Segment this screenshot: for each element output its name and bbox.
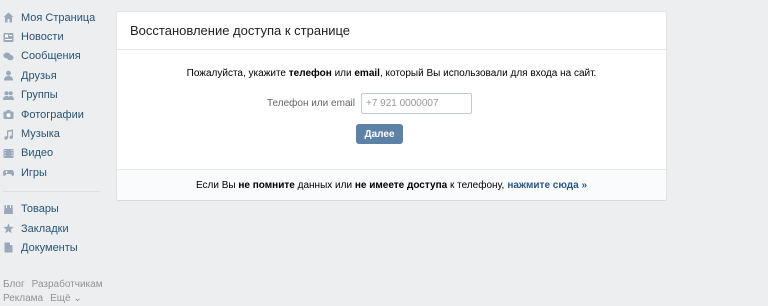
groups-icon: [3, 90, 14, 101]
prompt-pre: Пожалуйста, укажите: [186, 68, 289, 79]
home-icon: [3, 12, 14, 23]
sidebar-item-my-page[interactable]: Моя Страница: [0, 8, 104, 27]
goods-icon: [3, 204, 14, 215]
prompt-or: или: [331, 68, 355, 79]
sidebar-item-goods[interactable]: Товары: [0, 200, 104, 219]
sidebar-item-friends[interactable]: Друзья: [0, 66, 104, 85]
sidebar-item-messages[interactable]: Сообщения: [0, 47, 104, 66]
card-footer: Если Вы не помните данных или не имеете …: [117, 169, 666, 200]
footer-pre: Если Вы: [195, 179, 236, 191]
sidebar-item-label: Закладки: [21, 222, 69, 235]
click-here-link[interactable]: нажмите сюда »: [507, 180, 587, 191]
sidebar-item-label: Моя Страница: [21, 11, 96, 24]
sidebar-item-label: Сообщения: [21, 50, 81, 63]
footer-bold-1: не помните: [238, 179, 295, 191]
document-icon: [3, 242, 14, 253]
sidebar-item-label: Игры: [21, 166, 47, 179]
card-body: Пожалуйста, укажите телефон или email, к…: [117, 50, 666, 170]
sidebar-item-label: Фотографии: [21, 108, 84, 121]
instruction-text: Пожалуйста, укажите телефон или email, к…: [117, 68, 666, 79]
page-title: Восстановление доступа к странице: [130, 23, 351, 38]
login-field-label: Телефон или email: [267, 98, 355, 109]
footer-link-blog[interactable]: Блог: [3, 279, 25, 290]
news-icon: [3, 32, 14, 43]
footer-post: к телефону,: [449, 179, 505, 191]
card-header: Восстановление доступа к странице: [117, 12, 666, 50]
sidebar-item-label: Документы: [21, 241, 78, 254]
gamepad-icon: [3, 167, 14, 178]
restore-access-card: Восстановление доступа к странице Пожалу…: [117, 12, 666, 200]
prompt-post: , который Вы использовали для входа на с…: [379, 68, 597, 79]
sidebar-item-label: Друзья: [21, 69, 57, 82]
friend-icon: [3, 70, 14, 81]
sidebar-item-documents[interactable]: Документы: [0, 238, 104, 257]
sidebar-item-label: Группы: [21, 89, 58, 102]
footer-link-developers[interactable]: Разработчикам: [32, 279, 103, 290]
sidebar-footer: Блог Разработчикам Реклама Ещё ⌄: [3, 278, 113, 306]
camera-icon: [3, 109, 14, 120]
login-field-row: Телефон или email: [267, 93, 472, 114]
sidebar-item-label: Музыка: [21, 128, 60, 141]
sidebar-item-photos[interactable]: Фотографии: [0, 105, 104, 124]
sidebar-item-news[interactable]: Новости: [0, 27, 104, 46]
music-icon: [3, 129, 14, 140]
next-button[interactable]: Далее: [356, 124, 403, 144]
phone-or-email-input[interactable]: [360, 93, 472, 114]
video-icon: [3, 148, 14, 159]
prompt-email: email: [354, 68, 380, 79]
sidebar-item-music[interactable]: Музыка: [0, 124, 104, 143]
sidebar-item-label: Товары: [21, 203, 59, 216]
sidebar-item-groups[interactable]: Группы: [0, 86, 104, 105]
sidebar-item-games[interactable]: Игры: [0, 163, 104, 182]
footer-link-more[interactable]: Ещё ⌄: [50, 293, 82, 304]
sidebar-item-label: Новости: [21, 31, 64, 44]
star-icon: [3, 223, 14, 234]
sidebar-divider: [3, 190, 100, 192]
left-sidebar: Моя Страница Новости Сообщения Друзья Гр…: [0, 8, 104, 258]
footer-mid: данных или: [297, 179, 353, 191]
sidebar-item-bookmarks[interactable]: Закладки: [0, 219, 104, 238]
sidebar-item-video[interactable]: Видео: [0, 144, 104, 163]
footer-bold-2: не имеете доступа: [354, 179, 448, 191]
messages-icon: [3, 51, 14, 62]
footer-link-ads[interactable]: Реклама: [3, 293, 43, 304]
prompt-phone: телефон: [288, 68, 332, 79]
sidebar-item-label: Видео: [21, 147, 54, 160]
